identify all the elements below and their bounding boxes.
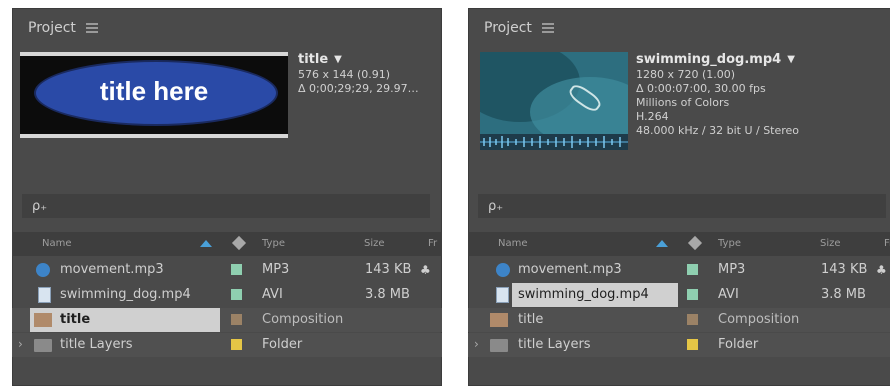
comp-thumbnail: title here [20,52,288,138]
video-file-icon [496,287,509,303]
item-type: Composition [718,312,800,327]
item-name: title Layers [60,337,133,352]
dropdown-caret-icon[interactable]: ▼ [787,52,795,68]
label-color-icon[interactable] [687,289,698,300]
composition-icon [490,313,508,327]
composition-icon [34,313,52,327]
project-panel-left: Project title here title ▼ 576 x 144 (0.… [12,8,442,386]
search-icon[interactable]: ρ₊ [488,199,503,214]
item-type: Composition [262,312,344,327]
item-type: Folder [262,337,303,352]
col-size[interactable]: Size [820,238,841,249]
menu-icon[interactable] [541,23,554,33]
item-type: AVI [262,287,283,302]
col-extra[interactable]: Fr [428,238,437,249]
item-name: title [60,312,91,327]
col-name[interactable]: Name [42,238,72,249]
audio-file-icon [496,263,510,277]
flowchart-icon[interactable]: ♣ [420,263,431,277]
folder-icon [34,339,52,352]
audio-info-text: 48.000 kHz / 32 bit U / Stereo [636,124,800,137]
item-type: AVI [718,287,739,302]
panel-title: Project [484,20,532,36]
label-color-icon[interactable] [231,264,242,275]
sort-ascending-icon[interactable] [200,240,212,247]
search-field[interactable]: ρ₊ [478,194,886,218]
search-field[interactable]: ρ₊ [22,194,430,218]
item-size: 143 KB [821,262,868,277]
item-type: MP3 [262,262,290,277]
item-name: title [298,52,329,67]
dimensions-text: 576 x 144 (0.91) [298,68,391,81]
column-header: Name Type Size Fr [468,232,890,256]
video-file-icon [38,287,51,303]
item-type: MP3 [718,262,746,277]
column-header: Name Type Size Fr [12,232,442,256]
list-item[interactable]: › title Layers Folder [12,333,442,357]
video-thumbnail [480,52,628,150]
item-size: 3.8 MB [365,287,410,302]
col-name[interactable]: Name [498,238,528,249]
sort-ascending-icon[interactable] [656,240,668,247]
col-size[interactable]: Size [364,238,385,249]
label-tag-icon[interactable] [687,235,703,251]
menu-icon[interactable] [85,23,98,33]
expand-chevron-icon[interactable]: › [18,337,23,351]
duration-text: Δ 0;00;29;29, 29.97… [298,82,419,95]
flowchart-icon[interactable]: ♣ [876,263,887,277]
label-color-icon[interactable] [687,264,698,275]
item-size: 143 KB [365,262,412,277]
col-extra[interactable]: Fr [884,238,890,249]
audio-waveform [480,134,628,150]
folder-icon [490,339,508,352]
item-size: 3.8 MB [821,287,866,302]
item-name: swimming_dog.mp4 [636,52,782,67]
dimensions-text: 1280 x 720 (1.00) [636,68,736,81]
codec-text: H.264 [636,110,669,123]
list-item[interactable]: title Composition [468,308,890,332]
search-icon[interactable]: ρ₊ [32,199,47,214]
list-item-selected[interactable]: title Composition [12,308,442,332]
item-name: swimming_dog.mp4 [60,287,191,302]
item-name: movement.mp3 [60,262,164,277]
item-name: title Layers [518,337,591,352]
label-color-icon[interactable] [687,314,698,325]
item-name: title [518,312,544,327]
col-type[interactable]: Type [718,238,741,249]
label-color-icon[interactable] [231,289,242,300]
list-item[interactable]: › title Layers Folder [468,333,890,357]
label-color-icon[interactable] [231,314,242,325]
panel-title: Project [28,20,76,36]
item-name: movement.mp3 [518,262,622,277]
list-item[interactable]: movement.mp3 MP3 143 KB ♣ [468,258,890,282]
panel-header: Project [484,18,554,38]
list-item[interactable]: movement.mp3 MP3 143 KB ♣ [12,258,442,282]
item-type: Folder [718,337,759,352]
list-item-selected[interactable]: swimming_dog.mp4 AVI 3.8 MB [468,283,890,307]
label-color-icon[interactable] [231,339,242,350]
audio-file-icon [36,263,50,277]
panel-header: Project [28,18,98,38]
item-name: swimming_dog.mp4 [518,287,649,302]
label-color-icon[interactable] [687,339,698,350]
project-panel-right: Project swimming_dog.mp4 ▼ 1280 x 720 (1… [468,8,890,386]
col-type[interactable]: Type [262,238,285,249]
item-info: swimming_dog.mp4 ▼ 1280 x 720 (1.00) Δ 0… [636,52,799,138]
label-tag-icon[interactable] [231,235,247,251]
color-depth-text: Millions of Colors [636,96,730,109]
selection-highlight [30,308,220,332]
item-info: title ▼ 576 x 144 (0.91) Δ 0;00;29;29, 2… [298,52,419,96]
duration-text: Δ 0:00:07:00, 30.00 fps [636,82,766,95]
list-item[interactable]: swimming_dog.mp4 AVI 3.8 MB [12,283,442,307]
dropdown-caret-icon[interactable]: ▼ [334,52,342,68]
thumbnail-text: title here [99,75,209,106]
expand-chevron-icon[interactable]: › [474,337,479,351]
